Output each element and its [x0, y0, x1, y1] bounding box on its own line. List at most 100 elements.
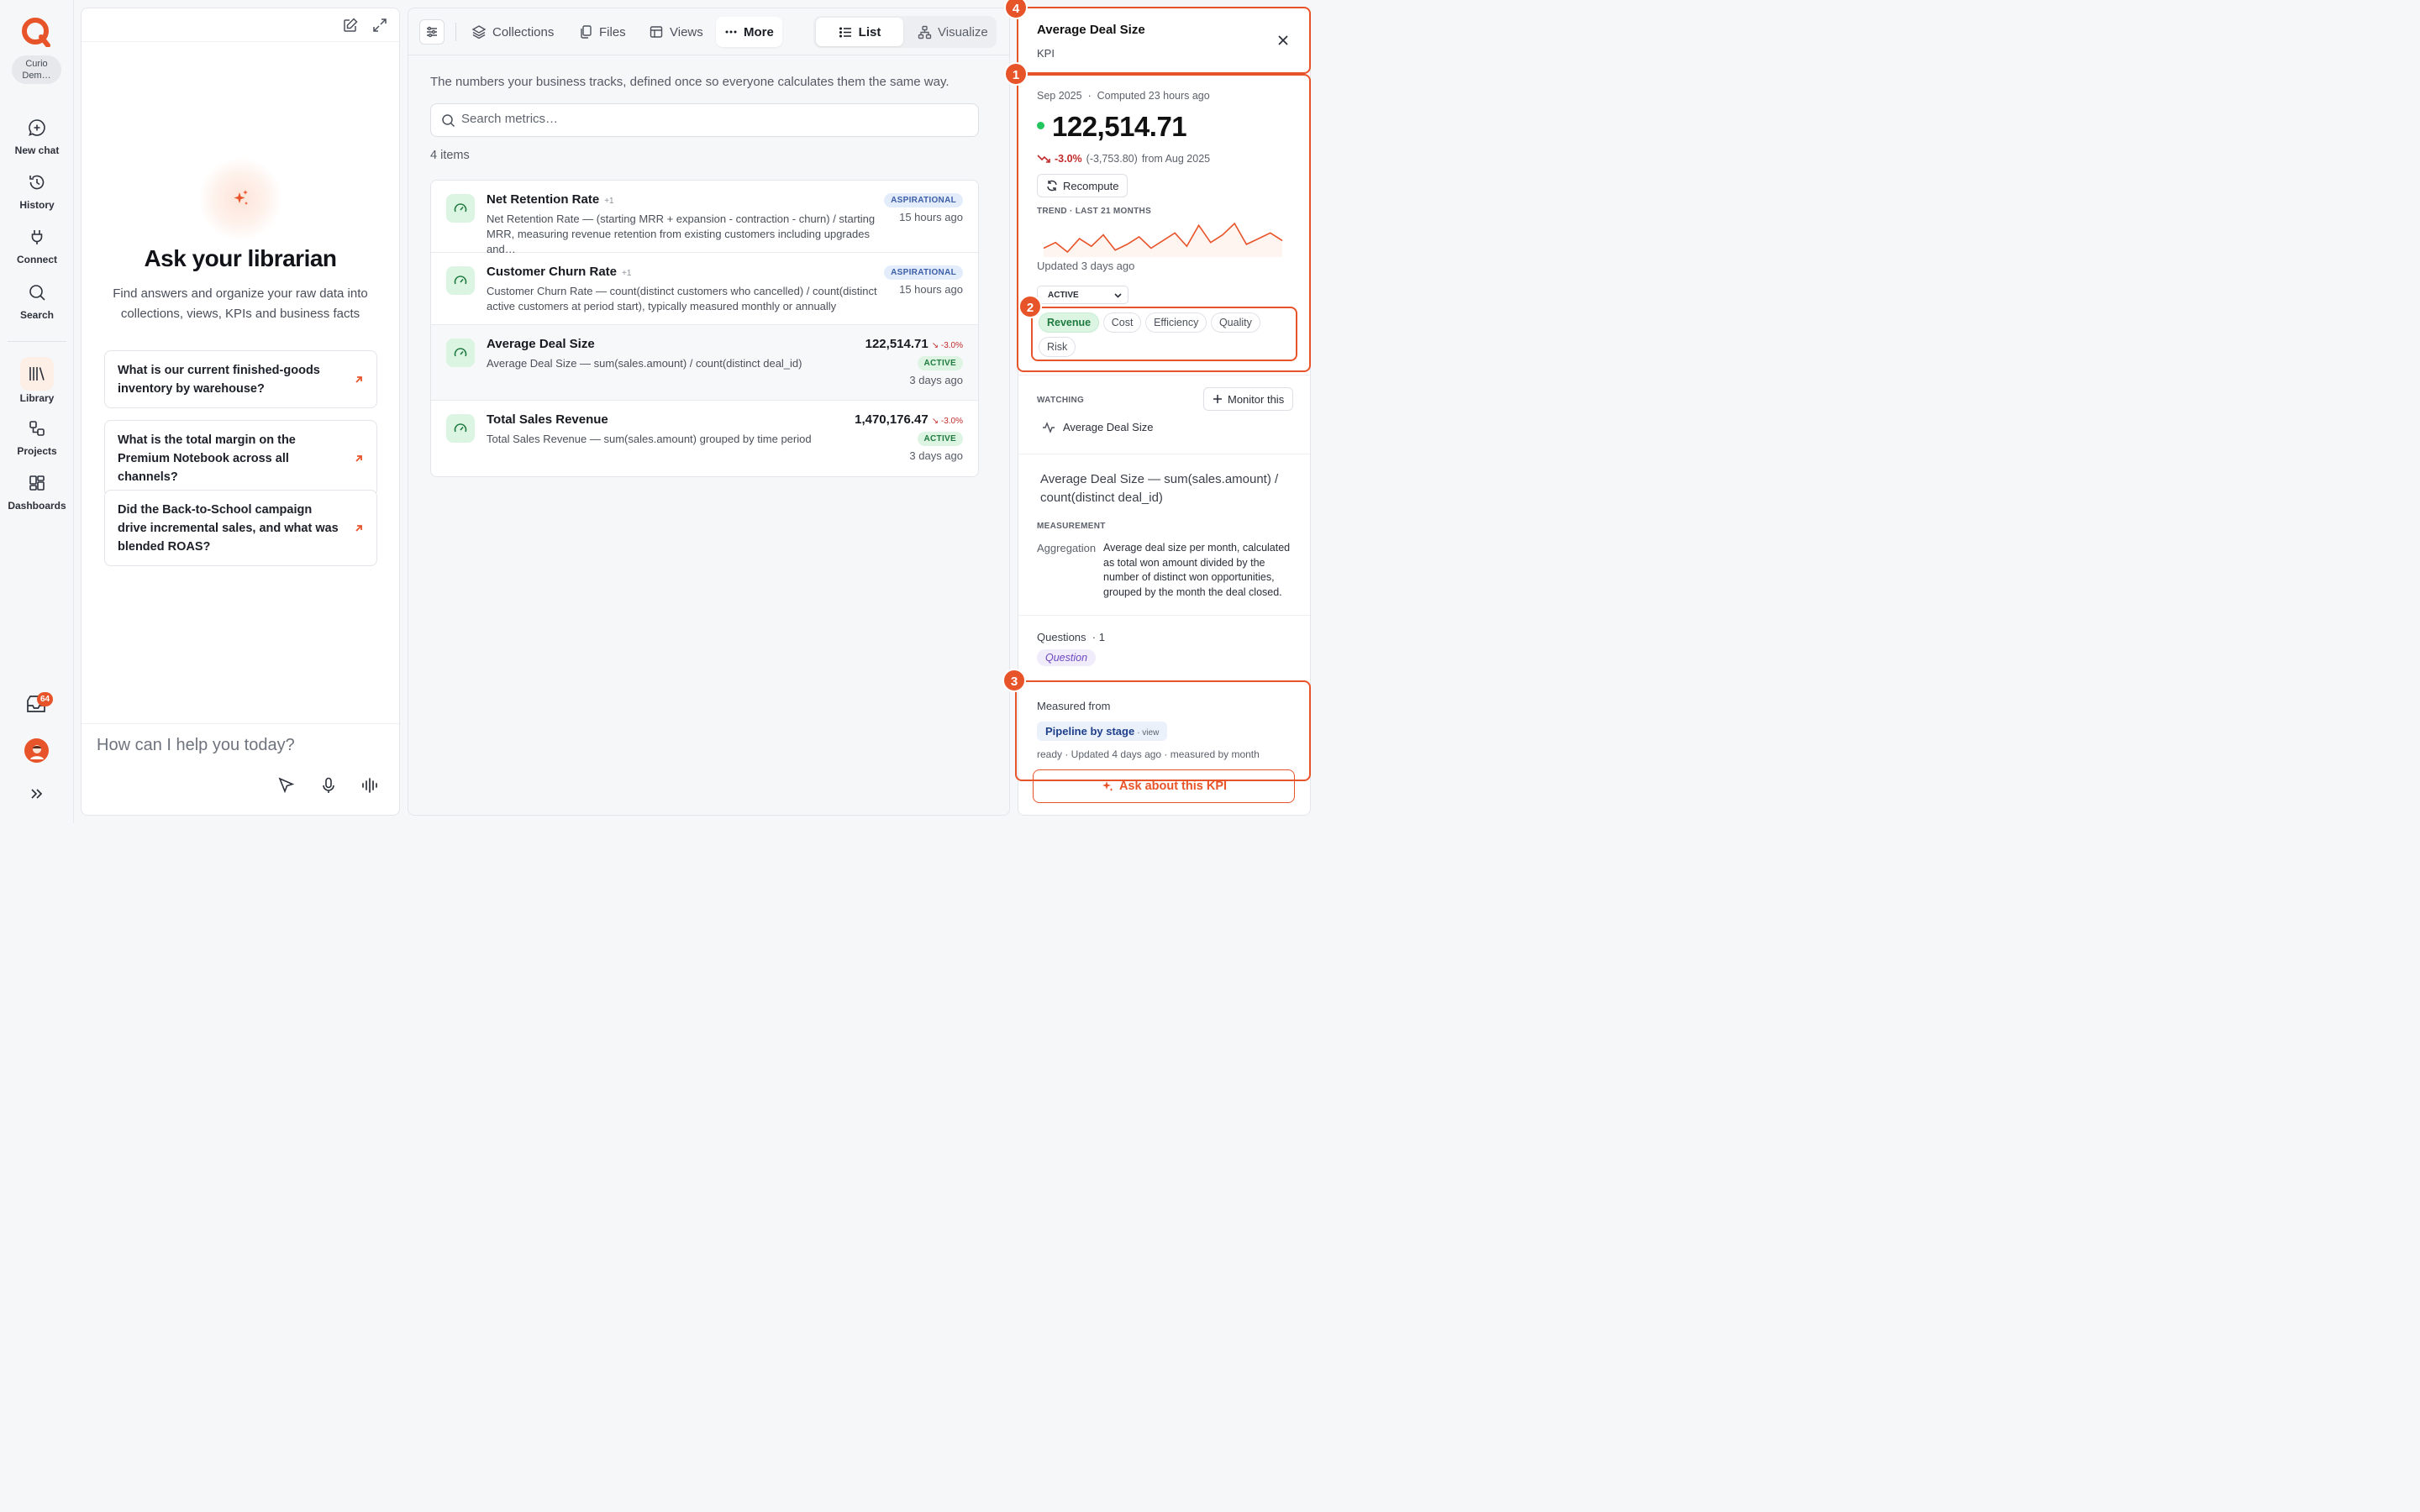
microphone-icon: [323, 777, 334, 793]
sparkle-icon: [1102, 781, 1113, 791]
tab-label: Collections: [492, 24, 555, 39]
refresh-icon: [1047, 180, 1057, 192]
expand-sidebar-button[interactable]: [28, 785, 45, 802]
category-chip-cost[interactable]: Cost: [1102, 312, 1142, 333]
ask-about-kpi-button[interactable]: Ask about this KPI: [1033, 769, 1295, 803]
status-select-value: ACTIVE: [1048, 290, 1079, 300]
new-note-button[interactable]: [342, 17, 359, 34]
nav-label: Search: [19, 309, 55, 321]
voice-mode-button[interactable]: [360, 776, 381, 796]
category-chip-efficiency[interactable]: Efficiency: [1145, 312, 1207, 333]
workspace-name-line2: Dem…: [22, 71, 51, 81]
kpi-delta-pct: -3.0%: [1055, 153, 1082, 165]
gauge-icon: [446, 414, 475, 443]
view-mode-visualize[interactable]: Visualize: [906, 18, 1000, 46]
tab-label: Views: [670, 24, 703, 39]
source-view-chip[interactable]: Pipeline by stage · view: [1037, 722, 1168, 741]
kpi-title: Average Deal Size: [1037, 23, 1145, 37]
search-input[interactable]: [461, 112, 965, 126]
source-name: Pipeline by stage: [1045, 725, 1135, 738]
metric-meta: 122,514.71 ↘ -3.0% ACTIVE 3 days ago: [865, 337, 963, 386]
nav-connect[interactable]: Connect: [0, 222, 74, 265]
filter-button[interactable]: [419, 19, 445, 45]
metric-description: Customer Churn Rate — count(distinct cus…: [487, 285, 877, 312]
metric-title: Customer Churn Rate +1: [487, 265, 631, 279]
user-avatar[interactable]: [24, 738, 49, 763]
close-button[interactable]: [1277, 34, 1289, 46]
kpi-definition: Average Deal Size — sum(sales.amount) / …: [1040, 472, 1279, 505]
questions-heading: Questions · 1: [1037, 631, 1105, 643]
nav-history[interactable]: History: [0, 167, 74, 211]
nav-label: New chat: [14, 144, 60, 156]
metric-change: ↘ -3.0%: [931, 417, 963, 426]
questions-count: · 1: [1092, 631, 1105, 643]
step-marker: 2: [1018, 295, 1042, 318]
nav-projects[interactable]: Projects: [0, 413, 74, 457]
nav-library[interactable]: Library: [0, 357, 74, 404]
rail-divider: [8, 341, 66, 342]
nav-new-chat[interactable]: New chat: [0, 113, 74, 156]
recompute-button[interactable]: Recompute: [1037, 174, 1128, 197]
inbox-count-badge: 64: [37, 692, 53, 706]
measured-from-label: Measured from: [1037, 700, 1111, 712]
plug-icon: [22, 222, 52, 252]
chat-subtitle: Find answers and organize your raw data …: [113, 286, 368, 321]
suggestion-card[interactable]: Did the Back-to-School campaign drive in…: [104, 490, 377, 566]
watching-item[interactable]: Average Deal Size: [1042, 421, 1153, 433]
metric-row-selected[interactable]: Average Deal Size Average Deal Size — su…: [431, 325, 978, 401]
trend-label: TREND · LAST 21 MONTHS: [1037, 207, 1152, 216]
metric-row[interactable]: Net Retention Rate +1 Net Retention Rate …: [431, 181, 978, 255]
chat-composer: [82, 723, 399, 815]
metric-updated: 3 days ago: [909, 449, 963, 462]
category-chip-quality[interactable]: Quality: [1210, 312, 1260, 333]
dashboards-icon: [22, 468, 52, 498]
plus-icon: [1213, 395, 1222, 403]
app-logo[interactable]: [21, 17, 51, 47]
view-mode-label: List: [858, 24, 881, 39]
metric-description: Net Retention Rate — (starting MRR + exp…: [487, 213, 876, 255]
metric-meta: ASPIRATIONAL 15 hours ago: [884, 265, 963, 296]
monitor-button[interactable]: Monitor this: [1203, 387, 1294, 411]
chat-input[interactable]: [97, 736, 382, 755]
category-chip-revenue[interactable]: Revenue: [1039, 312, 1100, 333]
status-badge: ASPIRATIONAL: [884, 193, 963, 207]
workspace-switcher[interactable]: Curio Dem…: [12, 55, 61, 84]
voice-input-button[interactable]: [319, 776, 339, 796]
history-icon: [22, 167, 52, 197]
tab-views[interactable]: Views: [640, 17, 712, 47]
metric-meta: 1,470,176.47 ↘ -3.0% ACTIVE 3 days ago: [855, 412, 963, 462]
cursor-send-icon: [278, 777, 295, 794]
category-chip-risk[interactable]: Risk: [1039, 337, 1076, 357]
metric-name: Total Sales Revenue: [487, 412, 608, 427]
suggestion-card[interactable]: What is the total margin on the Premium …: [104, 420, 377, 496]
tab-files[interactable]: Files: [570, 17, 634, 47]
nav-search[interactable]: Search: [0, 277, 74, 321]
arrow-up-right-icon: [355, 375, 362, 383]
recompute-label: Recompute: [1063, 179, 1119, 192]
expand-chat-button[interactable]: [371, 17, 388, 34]
projects-icon: [22, 413, 52, 444]
kpi-updated: Updated 3 days ago: [1037, 260, 1135, 272]
tab-collections[interactable]: Collections: [463, 17, 562, 47]
questions-label: Questions: [1037, 631, 1086, 643]
gauge-icon: [446, 266, 475, 295]
nav-dashboards[interactable]: Dashboards: [0, 468, 74, 512]
metric-row[interactable]: Total Sales Revenue Total Sales Revenue …: [431, 401, 978, 476]
suggestion-card[interactable]: What is our current finished-goods inven…: [104, 350, 377, 408]
metric-updated: 3 days ago: [909, 374, 963, 386]
tab-more[interactable]: More: [716, 17, 782, 47]
source-meta: ready · Updated 4 days ago · measured by…: [1037, 748, 1260, 760]
left-rail: Curio Dem… New chat History Connect Sear…: [0, 0, 74, 823]
chevrons-right-icon: [31, 789, 43, 799]
suggestion-text: Did the Back-to-School campaign drive in…: [118, 503, 339, 554]
status-select[interactable]: ACTIVE: [1037, 286, 1128, 304]
watching-item-name: Average Deal Size: [1063, 421, 1154, 433]
status-badge: ASPIRATIONAL: [884, 265, 963, 280]
nav-label: Projects: [17, 445, 57, 457]
avatar-face-icon: [29, 744, 44, 759]
view-mode-list[interactable]: List: [816, 18, 903, 46]
send-button[interactable]: [276, 776, 297, 796]
metric-row[interactable]: Customer Churn Rate +1 Customer Churn Rat…: [431, 253, 978, 325]
status-dot: [1037, 122, 1044, 129]
question-chip[interactable]: Question: [1037, 649, 1097, 666]
